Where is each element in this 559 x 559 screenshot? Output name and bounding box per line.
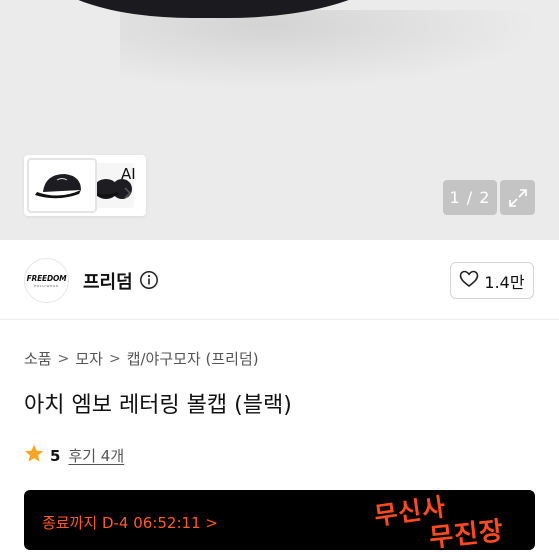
brand-name[interactable]: 프리덤 — [83, 268, 133, 294]
breadcrumb-item-accessories[interactable]: 소품 — [24, 348, 52, 369]
rating-value: 5 — [50, 446, 61, 465]
thumbnail-main[interactable] — [27, 158, 97, 213]
heart-outline-icon — [459, 270, 479, 292]
reviews-link[interactable]: 후기 4개 — [68, 445, 124, 466]
ai-label[interactable]: AI — [121, 165, 136, 183]
brand-logo[interactable]: FREEDOM HOLLYWOOD — [24, 258, 69, 303]
like-button[interactable]: 1.4만 — [450, 262, 534, 299]
info-icon[interactable] — [139, 270, 159, 294]
banner-artwork: 무신사 무진장 — [373, 490, 535, 550]
brand-logo-text: FREEDOM — [26, 273, 67, 283]
chevron-right-icon[interactable] — [123, 186, 133, 204]
chevron-right-icon: > — [108, 350, 121, 367]
breadcrumb-item-caps[interactable]: 캡/야구모자 (프리덤) — [127, 348, 259, 369]
brand-logo-subtext: HOLLYWOOD — [34, 283, 59, 288]
like-count: 1.4만 — [484, 272, 525, 292]
banner-art-line2: 무진장 — [427, 516, 506, 550]
breadcrumb: 소품 > 모자 > 캡/야구모자 (프리덤) — [24, 348, 259, 369]
breadcrumb-item-hats[interactable]: 모자 — [75, 348, 103, 369]
star-icon — [24, 444, 44, 467]
product-rating: 5 후기 4개 — [24, 444, 124, 467]
product-title: 아치 엠보 레터링 볼캡 (블랙) — [24, 393, 292, 418]
chevron-right-icon: > — [57, 350, 70, 367]
image-counter: 1 / 2 — [443, 180, 497, 215]
expand-icon[interactable] — [500, 180, 535, 215]
countdown-timer[interactable]: 종료까지 D-4 06:52:11 > — [42, 512, 218, 533]
cap-shadow — [120, 10, 540, 90]
promo-banner[interactable]: 종료까지 D-4 06:52:11 > 무신사 무진장 — [24, 490, 535, 550]
section-divider — [0, 319, 559, 320]
